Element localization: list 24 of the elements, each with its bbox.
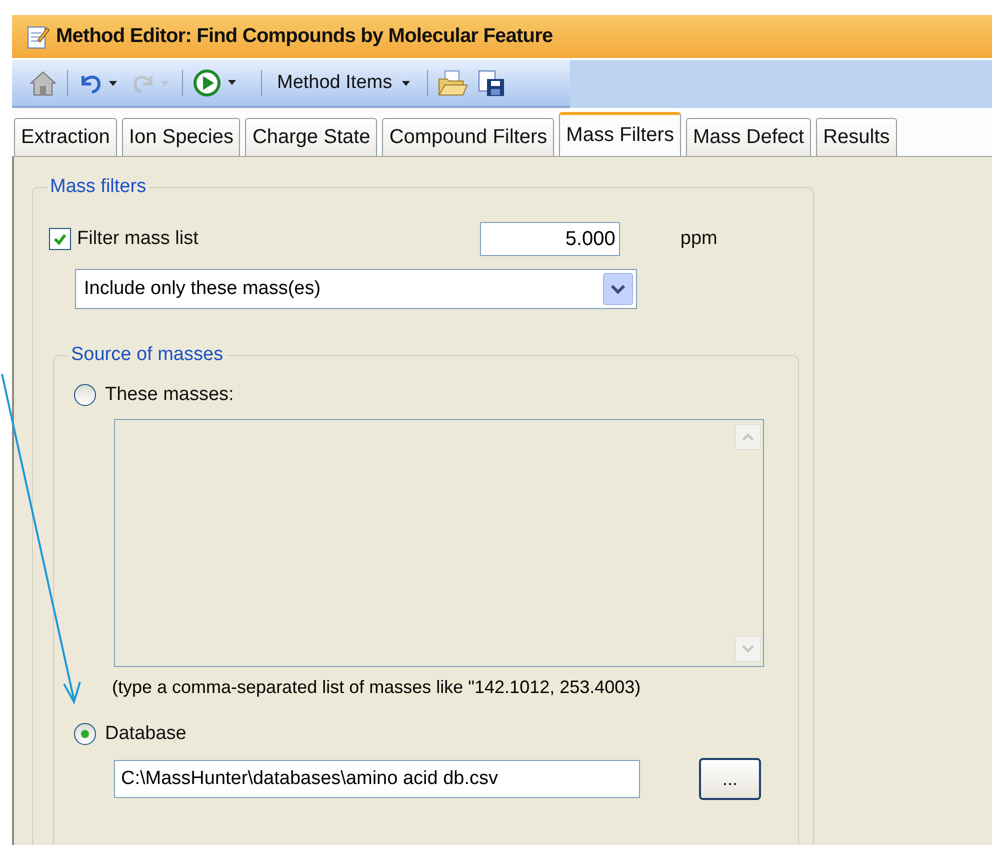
checkbox-label: Filter mass list (77, 228, 198, 250)
mode-dropdown[interactable]: Include only these mass(es) (75, 269, 637, 309)
radio-button[interactable] (74, 384, 96, 406)
caret-icon (400, 79, 412, 87)
unit-label: ppm (680, 228, 718, 250)
tab[interactable]: Ion Species (122, 118, 240, 156)
checkbox[interactable] (49, 228, 71, 250)
tab[interactable]: Charge State (245, 118, 378, 156)
check-icon (53, 232, 67, 246)
tab[interactable]: Compound Filters (382, 118, 554, 156)
notepad-icon (26, 24, 50, 50)
radio-label: Database (105, 723, 186, 745)
radio-label: These masses: (105, 384, 234, 406)
tab[interactable]: Results (816, 118, 897, 156)
radio-button[interactable] (74, 723, 96, 745)
tab[interactable]: Mass Filters (559, 112, 681, 156)
hint-text: (type a comma-separated list of masses like "142.1012, 253.4003) (112, 677, 642, 698)
method-items-menu[interactable]: Method Items (269, 72, 420, 94)
tab[interactable]: Extraction (14, 118, 117, 156)
database-path-field[interactable]: C:\MassHunter\databases\amino acid db.csv (114, 760, 640, 798)
browse-button[interactable]: ... (699, 758, 761, 800)
window-title: Method Editor: Find Compounds by Molecular Feature (56, 25, 553, 48)
tolerance-field[interactable]: 5.000 (480, 222, 620, 256)
tab[interactable]: Mass Defect (686, 118, 812, 156)
